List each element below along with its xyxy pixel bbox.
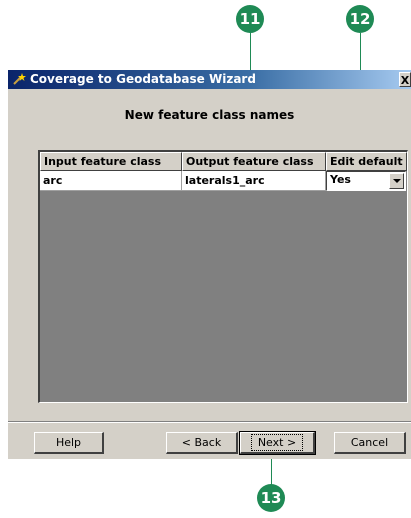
next-label: Next > <box>250 434 304 451</box>
next-button[interactable]: Next > <box>239 431 316 455</box>
help-label: Help <box>55 436 82 449</box>
page-heading: New feature class names <box>124 108 295 122</box>
back-button[interactable]: < Back <box>166 432 238 454</box>
cancel-button[interactable]: Cancel <box>334 432 406 454</box>
wizard-wand-icon <box>13 73 26 85</box>
edit-default-value: Yes <box>330 173 351 186</box>
title-bar: Coverage to Geodatabase Wizard X <box>8 70 411 89</box>
edit-default-dropdown[interactable]: Yes <box>326 171 406 191</box>
back-label: < Back <box>181 436 222 449</box>
callout-11: 11 <box>236 5 264 33</box>
close-icon[interactable]: X <box>399 72 411 87</box>
cell-input-feature-class: arc <box>40 171 182 191</box>
cell-output-feature-class[interactable]: laterals1_arc <box>182 171 326 191</box>
column-header-edit-default[interactable]: Edit default <box>326 152 407 171</box>
wizard-window: Coverage to Geodatabase Wizard X New fea… <box>8 70 411 459</box>
callout-12: 12 <box>346 5 374 33</box>
dropdown-arrow-icon[interactable] <box>389 173 404 189</box>
feature-class-grid: Input feature class Output feature class… <box>38 150 408 403</box>
column-header-output[interactable]: Output feature class <box>182 152 326 171</box>
help-button[interactable]: Help <box>34 432 104 454</box>
cancel-label: Cancel <box>350 436 389 449</box>
callout-13: 13 <box>257 484 285 512</box>
window-title: Coverage to Geodatabase Wizard <box>30 72 256 86</box>
footer-separator <box>8 421 411 423</box>
column-header-input[interactable]: Input feature class <box>40 152 182 171</box>
